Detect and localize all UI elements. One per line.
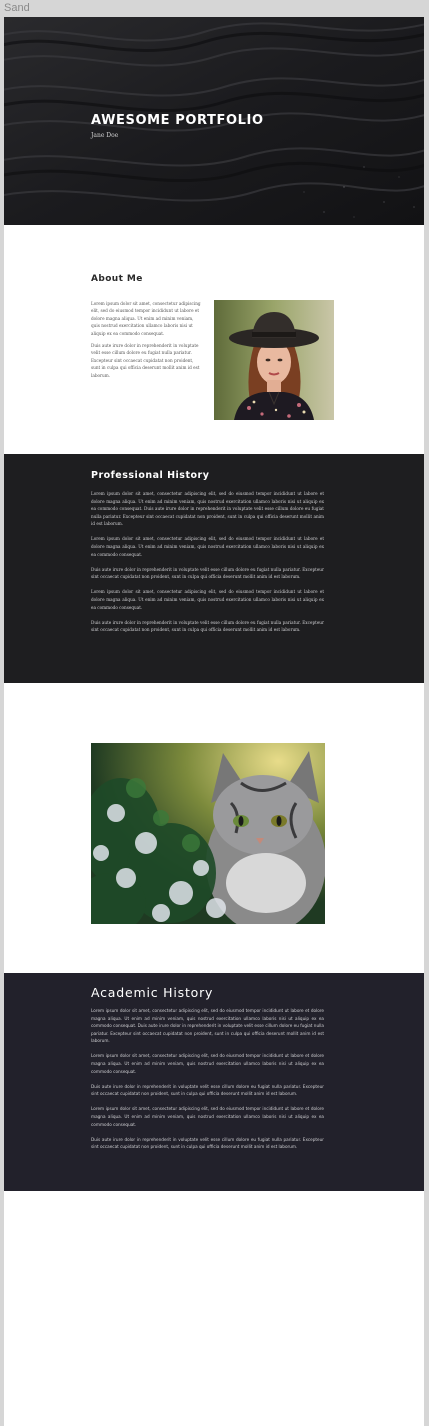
academic-paragraph: Lorem ipsum dolor sit amet, consectetur … — [91, 1106, 324, 1127]
professional-body: Lorem ipsum dolor sit amet, consectetur … — [91, 490, 324, 641]
about-text: Lorem ipsum dolor sit amet, consectetur … — [91, 300, 201, 384]
hero-banner: AWESOME PORTFOLIO Jane Doe — [4, 17, 424, 225]
academic-heading: Academic History — [91, 985, 214, 1000]
about-paragraph: Duis aute irure dolor in reprehenderit i… — [91, 343, 200, 378]
hero-subtitle: Jane Doe — [91, 132, 119, 139]
hero-title: AWESOME PORTFOLIO — [91, 113, 264, 128]
cat-image — [91, 743, 325, 924]
artboard-label[interactable]: Sand — [4, 2, 30, 14]
portrait-image — [214, 300, 334, 420]
artboard: AWESOME PORTFOLIO Jane Doe About Me Lore… — [4, 17, 424, 1426]
academic-paragraph: Duis aute irure dolor in reprehenderit i… — [91, 1083, 324, 1097]
professional-paragraph: Duis aute irure dolor in reprehenderit i… — [91, 566, 324, 580]
academic-history-section: Academic History Lorem ipsum dolor sit a… — [4, 973, 424, 1191]
professional-paragraph: Lorem ipsum dolor sit amet, consectetur … — [91, 589, 324, 610]
professional-paragraph: Lorem ipsum dolor sit amet, consectetur … — [91, 491, 324, 527]
professional-heading: Professional History — [91, 470, 210, 481]
academic-paragraph: Duis aute irure dolor in reprehenderit i… — [91, 1136, 324, 1150]
about-heading: About Me — [91, 274, 143, 284]
professional-paragraph: Duis aute irure dolor in reprehenderit i… — [91, 619, 324, 633]
professional-history-section: Professional History Lorem ipsum dolor s… — [4, 454, 424, 683]
academic-paragraph: Lorem ipsum dolor sit amet, consectetur … — [91, 1008, 324, 1044]
professional-paragraph: Lorem ipsum dolor sit amet, consectetur … — [91, 536, 324, 557]
about-paragraph: Lorem ipsum dolor sit amet, consectetur … — [91, 301, 201, 336]
academic-body: Lorem ipsum dolor sit amet, consectetur … — [91, 1007, 324, 1158]
academic-paragraph: Lorem ipsum dolor sit amet, consectetur … — [91, 1053, 324, 1074]
